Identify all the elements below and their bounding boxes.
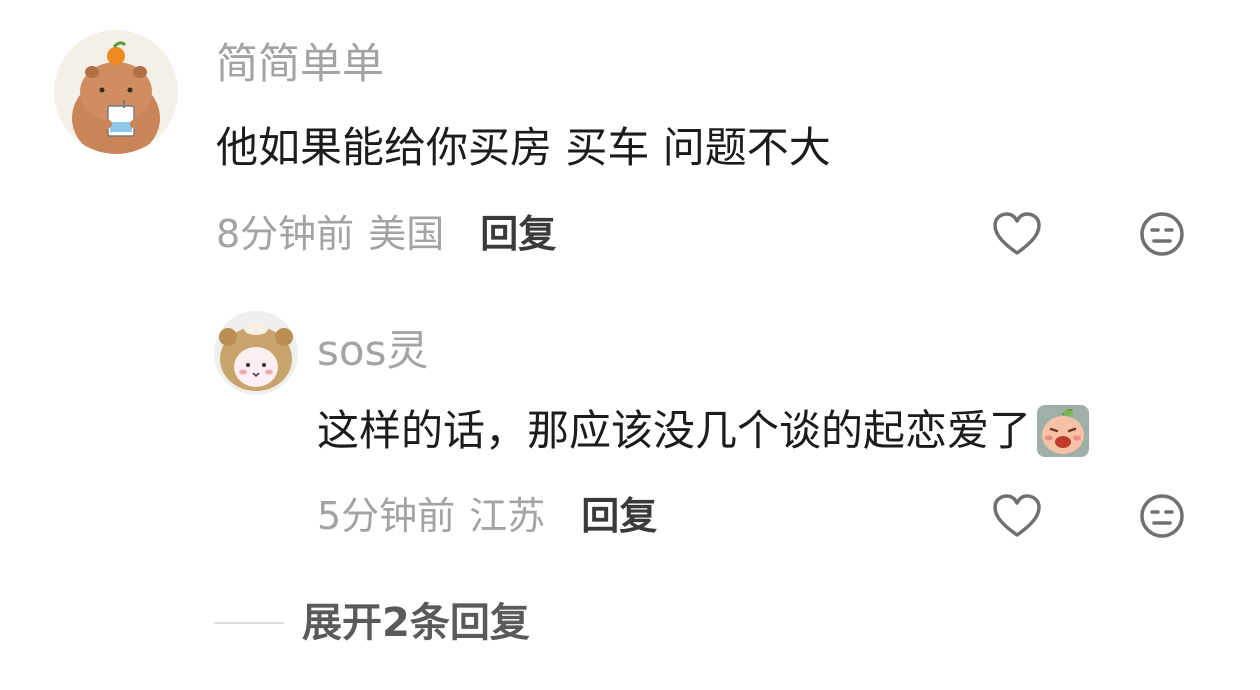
avatar[interactable] (54, 30, 178, 154)
comment-location: 江苏 (469, 494, 546, 538)
heart-icon (993, 212, 1041, 255)
comment-username[interactable]: 简简单单 (216, 43, 384, 85)
reply-button[interactable]: 回复 (480, 215, 556, 253)
comment-time: 5分钟前 (317, 494, 456, 538)
unamused-face-icon (1140, 494, 1184, 538)
comment-time: 8分钟前 (216, 212, 355, 256)
comment-meta: 8分钟前 美国 回复 (216, 215, 556, 253)
crying-peach-emoji-icon (1037, 405, 1090, 457)
comment-text: 他如果能给你买房 买车 问题不大 (216, 127, 831, 169)
like-button[interactable] (991, 490, 1043, 542)
comment-username[interactable]: sos灵 (317, 330, 428, 372)
comment-location: 美国 (368, 212, 445, 256)
expand-replies-button[interactable]: 展开2条回复 (214, 603, 530, 643)
comment-section: 简简单单 他如果能给你买房 买车 问题不大 8分钟前 美国 回复 sos灵 这样… (0, 0, 1260, 690)
expand-replies-label: 展开2条回复 (302, 600, 530, 646)
unamused-face-icon (1140, 212, 1184, 256)
like-button[interactable] (991, 208, 1043, 260)
comment-text-body: 这样的话，那应该没几个谈的起恋爱了 (317, 406, 1032, 455)
reply-button[interactable]: 回复 (581, 497, 657, 535)
comment-text: 这样的话，那应该没几个谈的起恋爱了 (317, 405, 1090, 457)
dislike-button[interactable] (1136, 208, 1188, 260)
bear-hood-avatar-icon (214, 311, 298, 395)
dislike-button[interactable] (1136, 490, 1188, 542)
avatar[interactable] (214, 311, 298, 395)
divider-line (214, 622, 284, 624)
comment-text-body: 他如果能给你买房 买车 问题不大 (216, 123, 831, 172)
heart-icon (993, 494, 1041, 537)
comment-meta: 5分钟前 江苏 回复 (317, 497, 657, 535)
capybara-avatar-icon (54, 30, 178, 154)
